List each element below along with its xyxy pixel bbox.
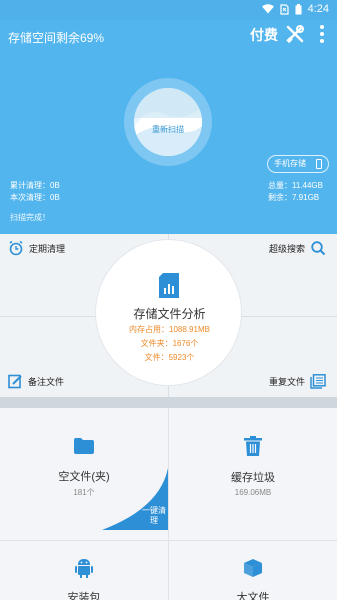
memory-usage: 内存占用：1088.91MB [129,325,210,334]
status-icons: 4:24 [261,3,329,15]
edit-note-icon [8,374,22,389]
rescan-label: 重新扫描 [152,125,184,134]
status-time: 4:24 [307,3,329,15]
folder-count: 文件夹：1676个 [140,339,199,348]
analysis-title: 存储文件分析 [133,307,206,321]
cache-junk-label: 缓存垃圾 [231,472,275,484]
notes-files-label: 备注文件 [28,377,65,387]
box-icon [244,559,262,577]
alarm-clock-icon [9,240,23,256]
sd-card-chart-icon [159,273,179,298]
folder-icon [74,438,94,454]
phone-icon [316,159,322,169]
duplicate-files-button[interactable]: 重复文件 [269,374,326,389]
wifi-icon [261,4,274,14]
storage-remaining: 剩余：7.91GB [268,193,320,202]
scheduled-clean-button[interactable]: 定期清理 [8,240,65,256]
clean-categories: 空文件(夹) 181个 缓存垃圾 169.06MB 安装包 大文件 [0,408,337,600]
cache-junk-size: 169.06MB [234,488,272,497]
cache-junk-button[interactable]: 缓存垃圾 169.06MB [169,436,337,497]
storage-total: 总量：11.44GB [268,181,323,190]
battery-icon [295,3,302,14]
notes-files-button[interactable]: 备注文件 [8,374,64,389]
duplicate-list-icon [310,374,326,389]
more-vert-icon[interactable] [318,24,326,44]
status-bar: 4:24 [0,0,337,20]
divider [0,540,337,541]
storage-analysis-button[interactable]: 存储文件分析 内存占用：1088.91MB 文件夹：1676个 文件：5923个 [95,239,242,386]
android-icon [75,559,93,578]
page-title: 存储空间剩余69% [8,31,105,45]
phone-storage-button[interactable]: 手机存储 [267,155,329,173]
file-count: 文件：5923个 [144,353,195,362]
search-icon [311,241,326,256]
analysis-section: 定期清理 超级搜索 备注文件 重复文件 存储文件分析 内存占用：1088.91M… [0,234,337,397]
storage-header: 存储空间剩余69% 付费 重新扫描 手机存储 累计清理：0B 本次清理：0B 总… [0,20,337,234]
scheduled-clean-label: 定期清理 [29,243,66,254]
storage-wave-icon [134,88,202,156]
apk-label: 安装包 [67,592,101,600]
this-clean: 本次清理：0B [10,193,60,202]
one-key-clean-label: 一键清理 [142,506,166,525]
trash-icon [244,436,262,456]
super-search-button[interactable]: 超级搜索 [269,240,326,256]
big-files-label: 大文件 [236,592,270,600]
big-files-button[interactable]: 大文件 [169,558,337,600]
apk-button[interactable]: 安装包 [0,558,168,600]
section-divider [0,397,337,408]
phone-storage-label: 手机存储 [274,159,306,168]
duplicate-files-label: 重复文件 [269,377,306,387]
no-sim-icon [279,3,289,15]
pay-button[interactable]: 付费 [250,25,278,45]
super-search-label: 超级搜索 [269,243,306,254]
tools-icon[interactable] [286,25,304,43]
cumulative-clean: 累计清理：0B [10,181,60,190]
rescan-button[interactable]: 重新扫描 [134,88,202,156]
scan-status: 扫描完成！ [10,213,50,222]
